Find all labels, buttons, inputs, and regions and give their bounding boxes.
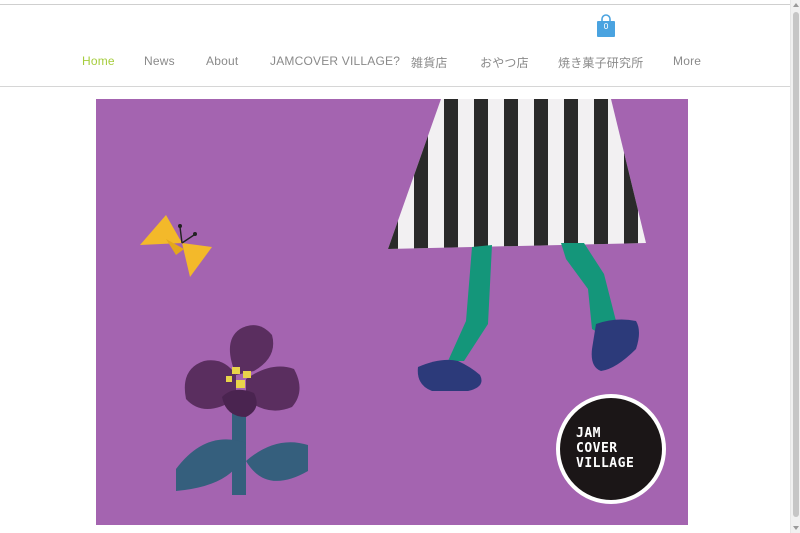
nav-news[interactable]: News — [144, 54, 175, 68]
striped-skirt — [388, 99, 646, 249]
nav-jamcover-village[interactable]: JAMCOVER VILLAGE? — [270, 54, 400, 68]
right-shoe — [591, 319, 639, 371]
logo-line-jam: JAM — [576, 426, 601, 441]
nav-baked-goods-lab[interactable]: 焼き菓子研究所 — [558, 54, 643, 71]
pansy-flower — [176, 325, 308, 495]
nav-about[interactable]: About — [206, 54, 238, 68]
left-leg — [448, 245, 492, 361]
logo-line-village: VILLAGE — [576, 456, 635, 471]
nav-zakka-shop[interactable]: 雑貨店 — [411, 54, 448, 71]
top-border — [0, 4, 790, 5]
cart-button[interactable]: 0 — [596, 14, 616, 38]
butterfly — [140, 215, 212, 277]
nav-oyatsu-shop[interactable]: おやつ店 — [480, 54, 529, 71]
hero-illustration: JAM COVER VILLAGE — [96, 99, 688, 525]
main-nav: Home News About JAMCOVER VILLAGE? 雑貨店 おや… — [0, 54, 790, 72]
scroll-up-arrow-icon[interactable] — [793, 3, 799, 7]
scroll-down-arrow-icon[interactable] — [793, 526, 799, 530]
logo-line-cover: COVER — [576, 441, 618, 456]
logo-text: JAM COVER VILLAGE — [576, 426, 662, 471]
scrollbar-thumb[interactable] — [793, 12, 799, 517]
nav-divider — [0, 86, 790, 87]
nav-home[interactable]: Home — [82, 54, 115, 68]
jamcover-village-logo: JAM COVER VILLAGE — [556, 394, 666, 504]
cart-count: 0 — [603, 22, 609, 31]
nav-more[interactable]: More — [673, 54, 701, 68]
left-shoe — [417, 359, 482, 391]
vertical-scrollbar[interactable] — [790, 0, 800, 533]
